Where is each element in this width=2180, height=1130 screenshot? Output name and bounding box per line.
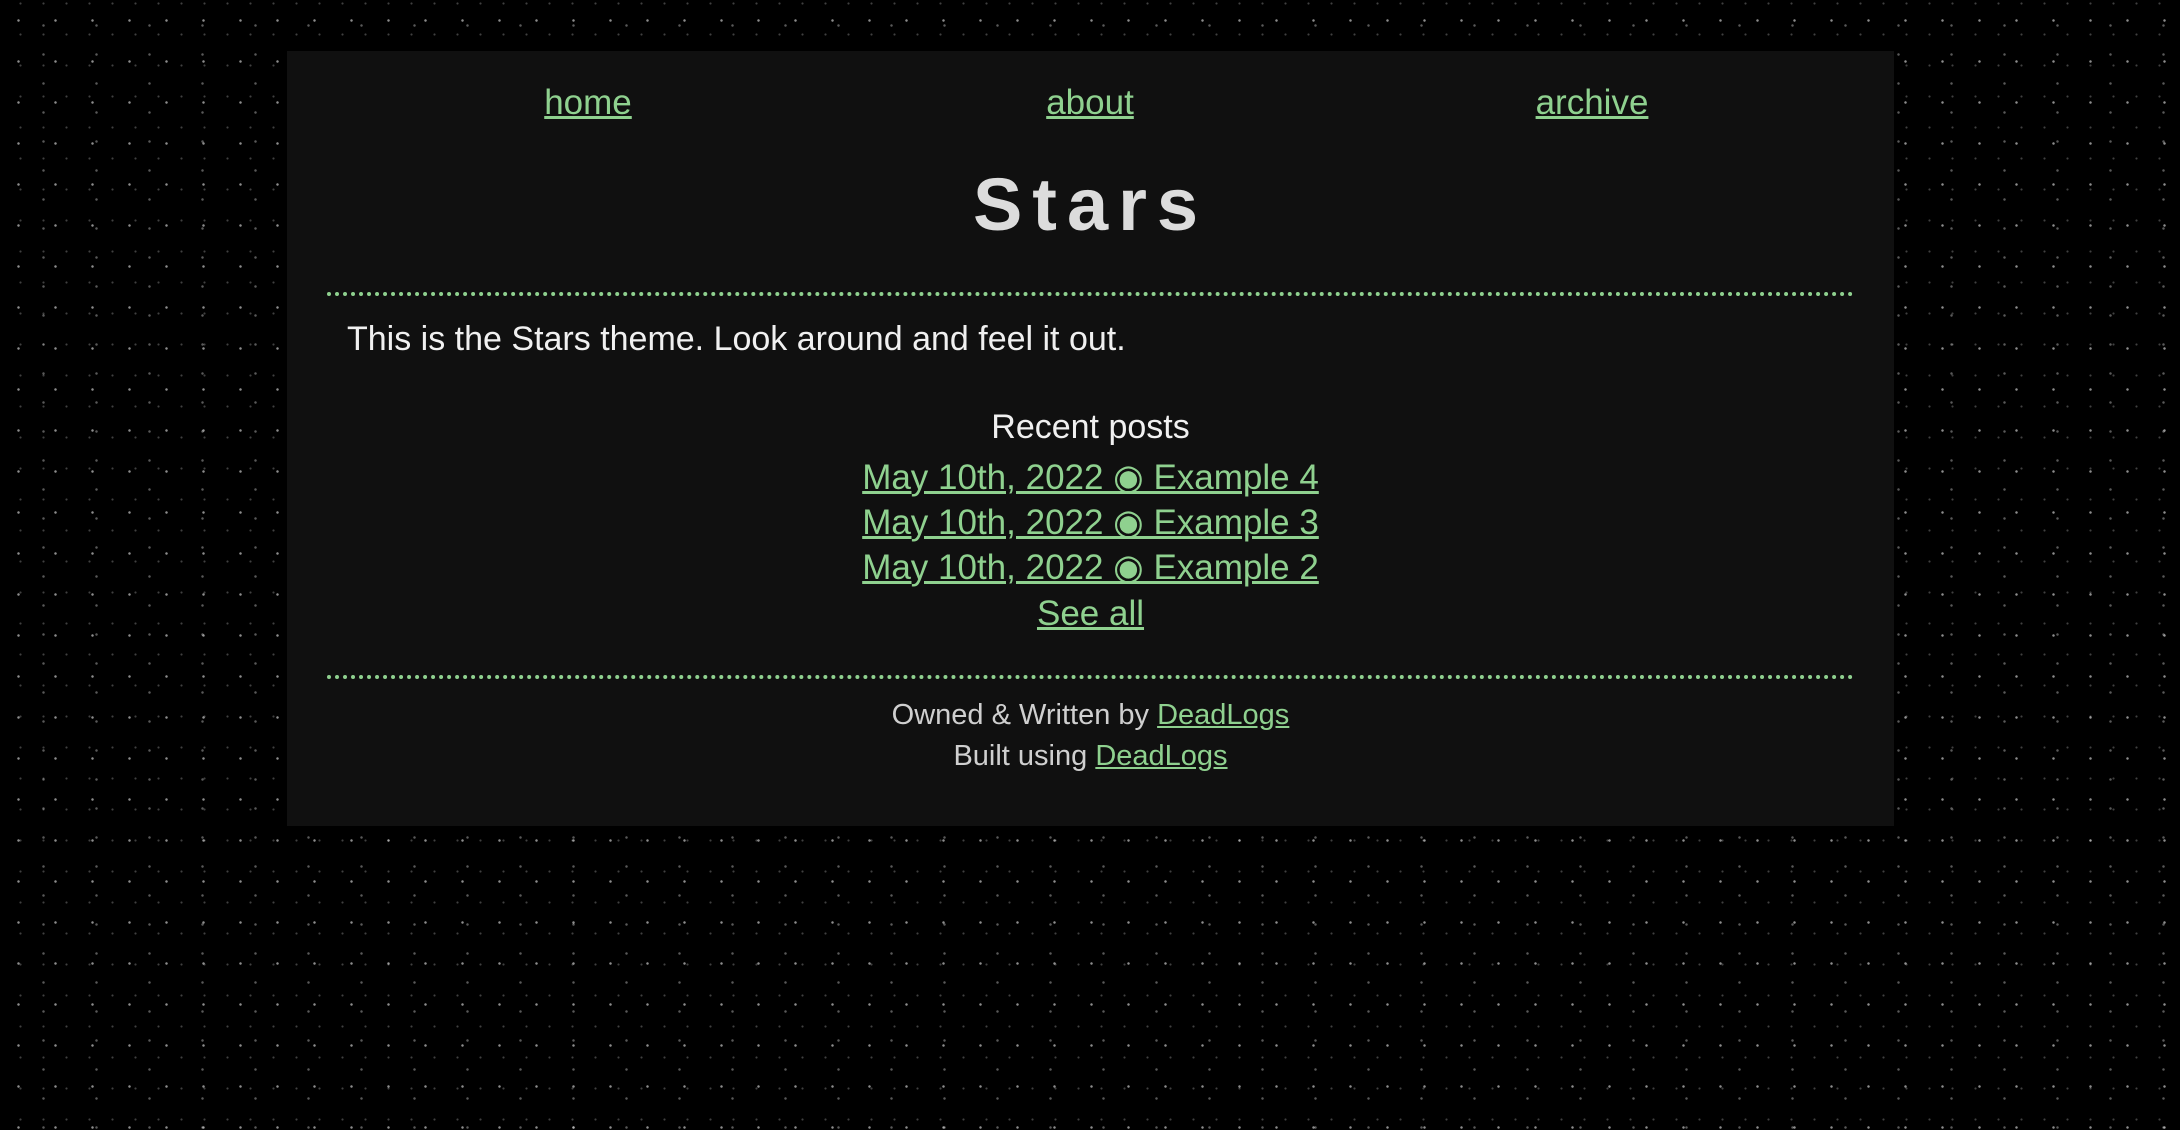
footer-built-text: Built using (953, 740, 1088, 772)
post-link[interactable]: May 10th, 2022 ◉ Example 4 (862, 458, 1319, 497)
list-item: May 10th, 2022 ◉ Example 2 (287, 545, 1894, 590)
recent-posts-section: Recent posts May 10th, 2022 ◉ Example 4 … (287, 406, 1894, 637)
post-list: May 10th, 2022 ◉ Example 4 May 10th, 202… (287, 455, 1894, 590)
list-item: May 10th, 2022 ◉ Example 3 (287, 500, 1894, 545)
intro-text: This is the Stars theme. Look around and… (347, 320, 1126, 358)
post-link[interactable]: May 10th, 2022 ◉ Example 2 (862, 548, 1319, 587)
divider-bottom (327, 675, 1854, 679)
nav-link-about[interactable]: about (1046, 83, 1134, 123)
footer-owner-link[interactable]: DeadLogs (1157, 699, 1289, 731)
nav-link-home[interactable]: home (544, 83, 632, 123)
list-item: May 10th, 2022 ◉ Example 4 (287, 455, 1894, 500)
footer-owned-line: Owned & Written by DeadLogs (287, 695, 1894, 736)
footer-owned-text: Owned & Written by (891, 699, 1150, 731)
footer-built-link[interactable]: DeadLogs (1095, 740, 1227, 772)
post-link[interactable]: May 10th, 2022 ◉ Example 3 (862, 503, 1319, 542)
divider-top (327, 292, 1854, 296)
footer-built-line: Built using DeadLogs (287, 736, 1894, 777)
main-panel: home about archive Stars This is the Sta… (287, 51, 1894, 826)
recent-posts-heading: Recent posts (991, 408, 1190, 446)
top-nav: home about archive (287, 83, 1894, 127)
nav-link-archive[interactable]: archive (1536, 83, 1649, 123)
footer: Owned & Written by DeadLogs Built using … (287, 695, 1894, 777)
page-title: Stars (972, 163, 1209, 246)
see-all-link[interactable]: See all (1037, 590, 1144, 637)
